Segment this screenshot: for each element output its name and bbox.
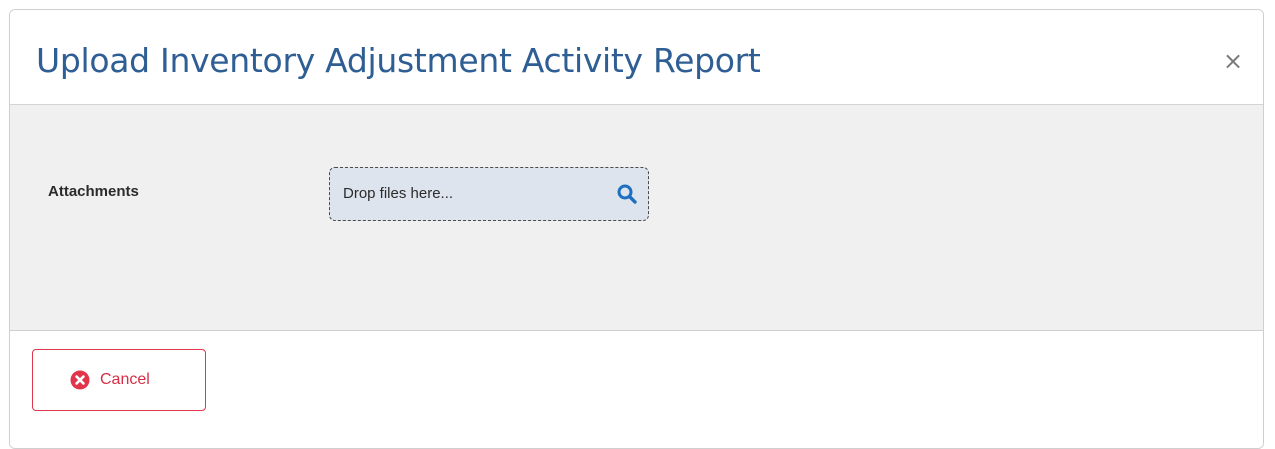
dropzone-placeholder: Drop files here... [343,185,454,202]
times-circle-icon [70,370,90,390]
close-icon: × [1222,47,1244,75]
cancel-button[interactable]: Cancel [32,349,206,411]
upload-dialog: Upload Inventory Adjustment Activity Rep… [9,9,1264,449]
dialog-header: Upload Inventory Adjustment Activity Rep… [10,10,1263,105]
close-button[interactable]: × [1221,48,1245,74]
dialog-footer: Cancel [10,331,1263,448]
cancel-label: Cancel [100,371,150,388]
dialog-body: Attachments Drop files here... [10,105,1263,331]
attachments-dropzone[interactable]: Drop files here... [329,167,649,221]
dialog-title: Upload Inventory Adjustment Activity Rep… [36,41,761,80]
attachments-label: Attachments [48,183,139,200]
search-icon[interactable] [616,183,638,205]
